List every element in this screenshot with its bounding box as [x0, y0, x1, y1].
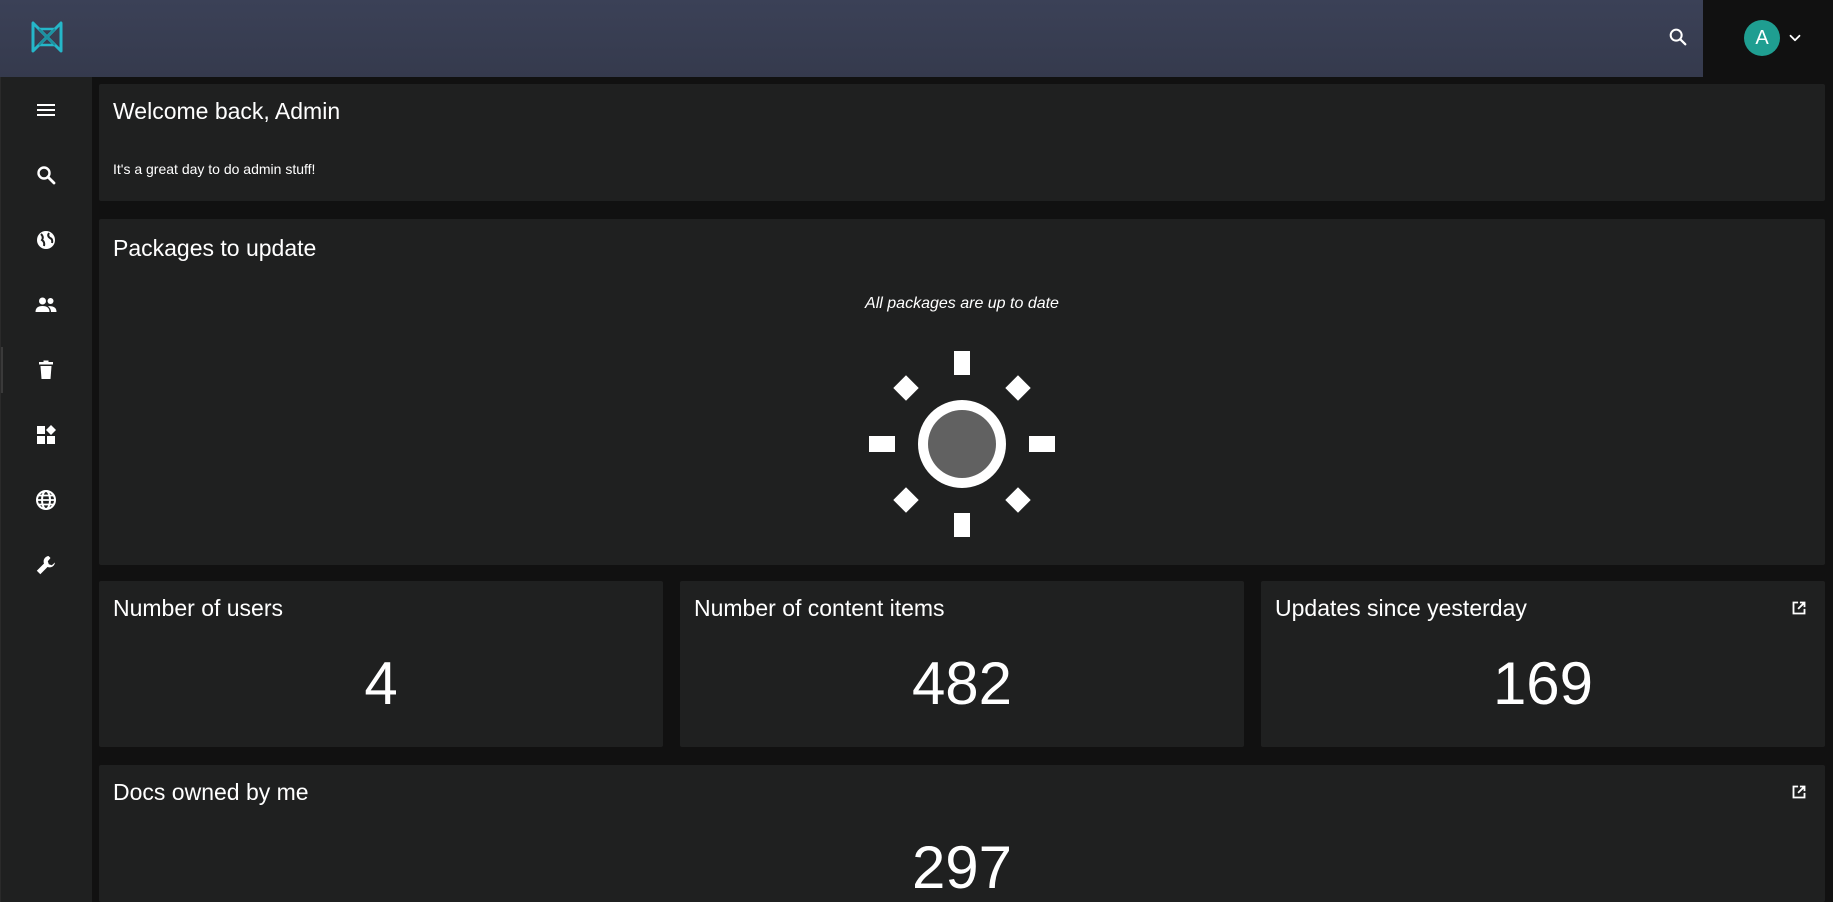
docs-count: 297 — [911, 834, 1013, 901]
packages-card: Packages to update All packages are up t… — [99, 219, 1825, 565]
dashboard-icon[interactable] — [32, 421, 60, 449]
globe-filled-icon[interactable] — [32, 226, 60, 254]
sidebar — [0, 77, 92, 902]
content-card: Number of content items 482 — [680, 581, 1244, 747]
packages-status: All packages are up to date — [865, 295, 1059, 312]
updates-count: 169 — [1492, 650, 1594, 717]
search-icon[interactable] — [1667, 26, 1689, 48]
sidebar-search-icon[interactable] — [32, 161, 60, 189]
packages-title: Packages to update — [113, 235, 317, 261]
content-title: Number of content items — [694, 595, 945, 621]
menu-icon[interactable] — [32, 96, 60, 124]
trash-icon[interactable] — [32, 356, 60, 384]
user-menu[interactable]: A — [1744, 20, 1804, 56]
chevron-down-icon[interactable] — [1786, 29, 1804, 47]
content-count: 482 — [911, 650, 1013, 717]
docs-title: Docs owned by me — [113, 779, 309, 805]
top-bar: A — [0, 0, 1833, 77]
welcome-subtitle: It's a great day to do admin stuff! — [113, 161, 316, 177]
external-link-icon[interactable] — [1788, 781, 1810, 803]
welcome-title: Welcome back, Admin — [113, 98, 341, 124]
sidebar-active-indicator — [1, 347, 3, 393]
globe-outline-icon[interactable] — [32, 486, 60, 514]
welcome-card: Welcome back, Admin It's a great day to … — [99, 84, 1825, 201]
users-card: Number of users 4 — [99, 581, 663, 747]
users-icon[interactable] — [32, 291, 60, 319]
avatar[interactable]: A — [1744, 20, 1780, 56]
app-logo-icon[interactable] — [30, 20, 64, 54]
updates-title: Updates since yesterday — [1275, 595, 1527, 621]
external-link-icon[interactable] — [1788, 597, 1810, 619]
sun-icon — [869, 351, 1055, 537]
wrench-icon[interactable] — [32, 551, 60, 579]
users-title: Number of users — [113, 595, 284, 621]
users-count: 4 — [364, 650, 398, 717]
updates-card: Updates since yesterday 169 — [1261, 581, 1825, 747]
top-bar-main — [0, 0, 1703, 77]
docs-card: Docs owned by me 297 — [99, 765, 1825, 902]
